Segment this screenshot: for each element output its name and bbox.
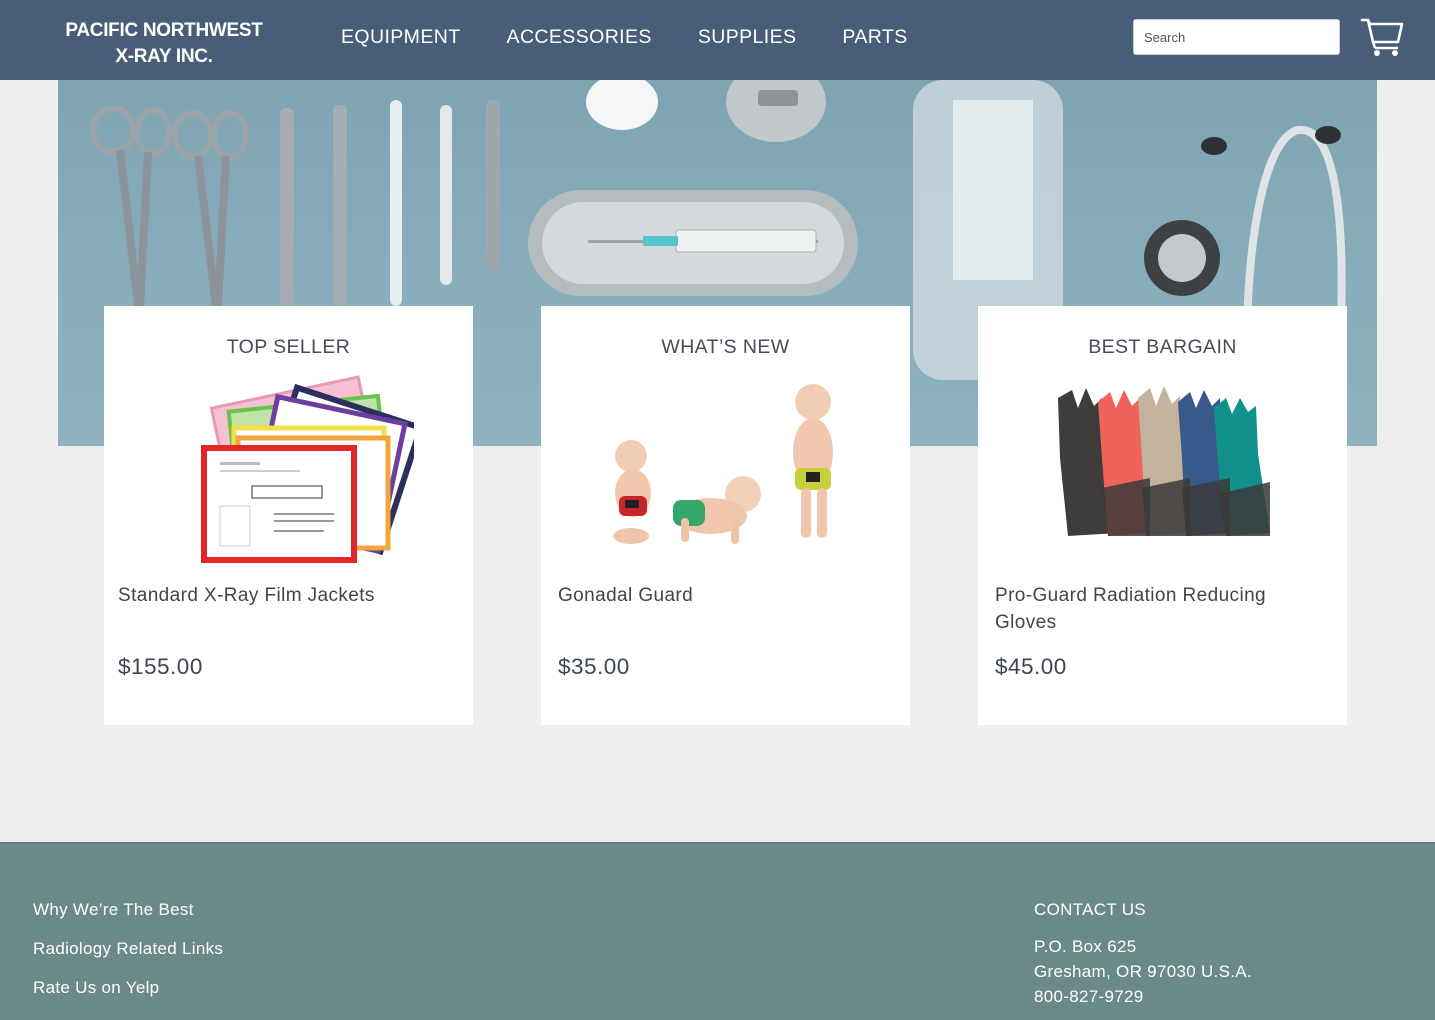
contact-heading: CONTACT US (1034, 900, 1146, 919)
contact-phone[interactable]: 800-827-9729 (1034, 984, 1252, 1009)
film-jackets-image[interactable] (164, 368, 414, 563)
gonadal-guard-image[interactable] (601, 368, 851, 563)
product-card-top-seller[interactable]: TOP SELLER Standard X-Ray Film Jackets $… (104, 306, 473, 725)
scissors-icon (172, 110, 249, 307)
nav-supplies[interactable]: SUPPLIES (698, 26, 797, 49)
footer-link-why-best[interactable]: Why We’re The Best (33, 899, 223, 920)
product-price: $35.00 (558, 654, 630, 679)
radiation-gloves-image[interactable] (1038, 368, 1288, 563)
contact-address-line1: P.O. Box 625 (1034, 937, 1137, 956)
product-price: $45.00 (995, 654, 1067, 679)
shopping-cart-icon[interactable] (1360, 16, 1404, 58)
product-title[interactable]: Gonadal Guard (558, 582, 888, 609)
contact-address-line2: Gresham, OR 97030 U.S.A. (1034, 962, 1252, 981)
site-footer: Why We’re The Best Radiology Related Lin… (0, 842, 1435, 1020)
scissors-icon (90, 105, 172, 307)
product-card-whats-new[interactable]: WHAT’S NEW Gonadal Guard $35.00 (541, 306, 910, 725)
nav-accessories[interactable]: ACCESSORIES (507, 26, 652, 49)
footer-link-radiology-links[interactable]: Radiology Related Links (33, 938, 223, 959)
product-price: $155.00 (118, 654, 203, 679)
search-input[interactable] (1133, 19, 1340, 55)
product-card-best-bargain[interactable]: BEST BARGAIN Pro-Guard Radiation Reducin… (978, 306, 1347, 725)
footer-links: Why We’re The Best Radiology Related Lin… (33, 899, 223, 1016)
site-logo[interactable]: PACIFIC NORTHWEST X-RAY INC. (50, 18, 278, 70)
main-nav: EQUIPMENT ACCESSORIES SUPPLIES PARTS (341, 26, 954, 49)
contact-block: CONTACT US P.O. Box 625 Gresham, OR 9703… (1034, 899, 1252, 1009)
card-heading: TOP SELLER (226, 336, 351, 358)
site-header: PACIFIC NORTHWEST X-RAY INC. EQUIPMENT A… (0, 0, 1435, 80)
nav-equipment[interactable]: EQUIPMENT (341, 26, 461, 49)
product-title[interactable]: Standard X-Ray Film Jackets (118, 582, 448, 609)
card-heading: WHAT’S NEW (661, 336, 790, 358)
card-heading: BEST BARGAIN (1088, 336, 1237, 358)
logo-line-1: PACIFIC NORTHWEST (65, 20, 263, 41)
logo-line-2: X-RAY INC. (115, 46, 213, 67)
nav-parts[interactable]: PARTS (842, 26, 907, 49)
footer-link-yelp[interactable]: Rate Us on Yelp (33, 977, 223, 998)
product-title[interactable]: Pro-Guard Radiation Reducing Gloves (995, 582, 1325, 636)
